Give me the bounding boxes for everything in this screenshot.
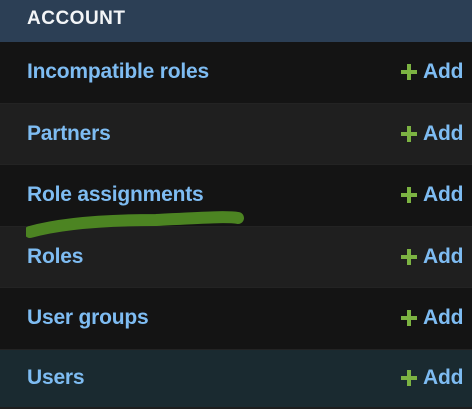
plus-icon [401, 370, 417, 386]
model-row-partners: Partners Add [0, 103, 472, 165]
add-label: Add [423, 366, 464, 389]
model-row-incompatible-roles: Incompatible roles Add [0, 42, 472, 104]
add-label: Add [423, 306, 464, 330]
model-row-role-assignments: Role assignments Add [0, 165, 472, 227]
model-link-roles[interactable]: Roles [27, 245, 83, 269]
plus-icon [401, 125, 417, 142]
plus-icon [401, 248, 417, 265]
add-partner-button[interactable]: Add [400, 122, 463, 146]
model-row-user-groups: User groups Add [0, 288, 472, 350]
account-module: ACCOUNT Incompatible roles Add Partners … [0, 0, 472, 409]
add-role-button[interactable]: Add [400, 245, 463, 269]
plus-icon [401, 310, 417, 327]
plus-icon [401, 187, 417, 204]
add-label: Add [423, 244, 464, 268]
add-label: Add [423, 183, 464, 207]
add-user-group-button[interactable]: Add [400, 306, 463, 330]
model-row-roles: Roles Add [0, 226, 472, 288]
model-link-partners[interactable]: Partners [27, 122, 111, 146]
add-label: Add [423, 60, 464, 84]
add-incompatible-role-button[interactable]: Add [400, 60, 463, 84]
model-link-role-assignments[interactable]: Role assignments [27, 183, 204, 207]
add-label: Add [423, 121, 464, 145]
add-user-button[interactable]: Add [400, 366, 463, 390]
model-link-users[interactable]: Users [27, 366, 85, 390]
model-link-user-groups[interactable]: User groups [27, 306, 149, 330]
model-link-incompatible-roles[interactable]: Incompatible roles [27, 60, 209, 84]
add-role-assignment-button[interactable]: Add [400, 183, 463, 207]
plus-icon [401, 64, 417, 81]
module-caption: ACCOUNT [0, 0, 472, 42]
model-row-users: Users Add [0, 349, 472, 407]
module-caption-text[interactable]: ACCOUNT [27, 8, 126, 30]
